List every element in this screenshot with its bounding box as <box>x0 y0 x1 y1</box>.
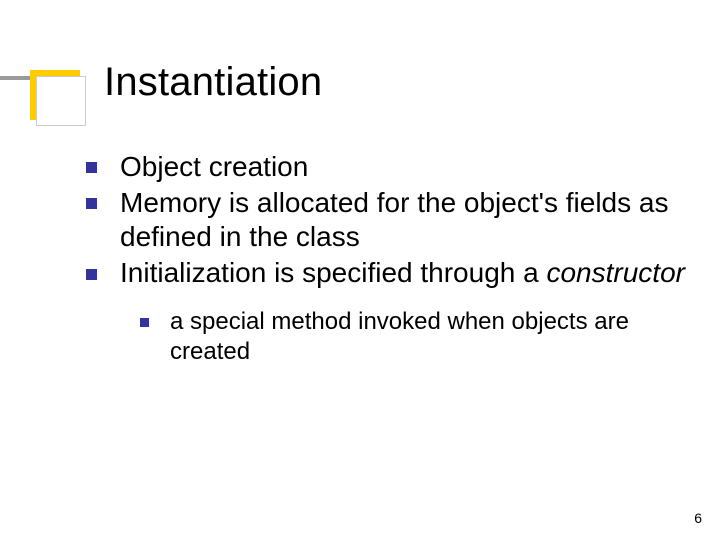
page-number: 6 <box>694 510 702 526</box>
slide-title: Instantiation <box>104 60 322 105</box>
slide: Instantiation Object creation Memory is … <box>0 0 720 540</box>
sub-bullet-item-1: a special method invoked when objects ar… <box>140 307 690 367</box>
title-decoration <box>0 70 86 128</box>
bullet-item-1: Object creation <box>86 150 690 184</box>
square-bullet-icon <box>86 198 97 209</box>
decoration-square-white <box>36 76 86 126</box>
sub-bullet-text: a special method invoked when objects ar… <box>170 308 629 365</box>
bullet-item-3: Initialization is specified through a co… <box>86 256 690 290</box>
bullet-text-italic: constructor <box>546 257 685 288</box>
square-bullet-icon <box>86 162 97 173</box>
square-bullet-icon <box>140 318 149 327</box>
square-bullet-icon <box>86 269 97 280</box>
bullet-text: Object creation <box>120 151 308 182</box>
slide-body: Object creation Memory is allocated for … <box>86 150 690 367</box>
bullet-text: Memory is allocated for the object's fie… <box>120 187 668 252</box>
bullet-text-pre: Initialization is specified through a <box>120 257 546 288</box>
bullet-item-2: Memory is allocated for the object's fie… <box>86 186 690 254</box>
